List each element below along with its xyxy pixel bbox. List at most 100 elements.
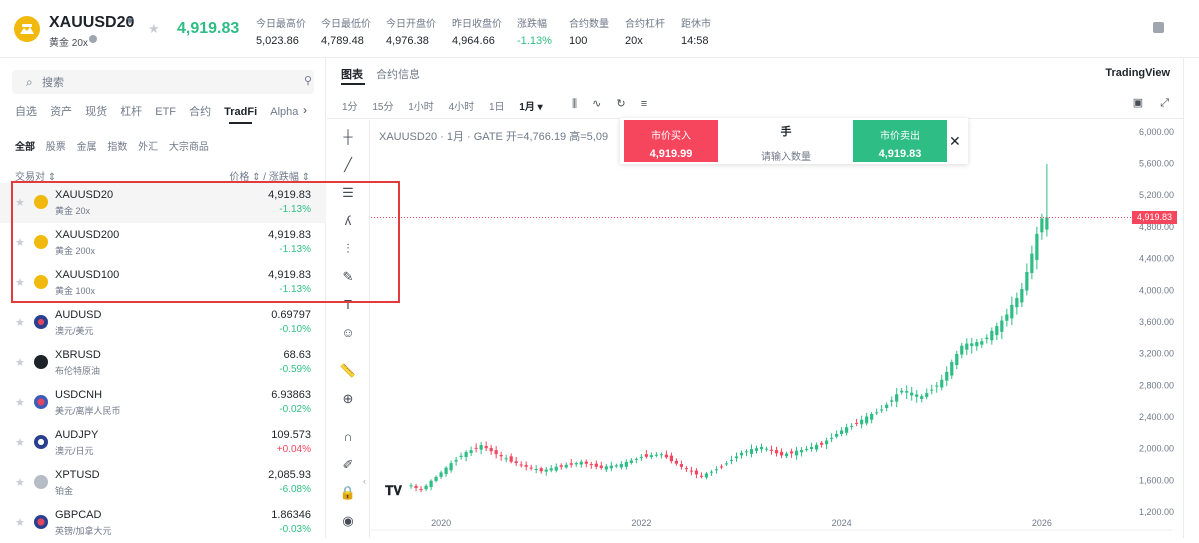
favorite-star-icon[interactable]: ★ xyxy=(15,396,25,409)
list-item[interactable]: ★ USDCNH 美元/离岸人民币 6.93863 -0.02% xyxy=(0,383,326,423)
candle-body xyxy=(664,454,668,458)
flag-us-cn-icon xyxy=(34,395,48,409)
chevron-down-icon[interactable]: ▼ xyxy=(125,16,135,27)
list-item[interactable]: ★ XPTUSD 铂金 2,085.93 -6.08% xyxy=(0,463,326,503)
favorite-star-icon[interactable]: ★ xyxy=(15,356,25,369)
info-icon[interactable] xyxy=(89,35,97,43)
tab-assets[interactable]: 资产 xyxy=(50,103,72,119)
candle-body xyxy=(830,437,834,439)
candle-body xyxy=(880,409,884,411)
candle-body xyxy=(569,463,573,465)
list-item[interactable]: ★ GBPCAD 英镑/加拿大元 1.86346 -0.03% xyxy=(0,503,326,543)
subtab-metals[interactable]: 金属 xyxy=(77,142,97,153)
tab-spot[interactable]: 现货 xyxy=(85,103,107,119)
candle-body xyxy=(759,446,764,450)
candle-body xyxy=(975,342,979,347)
pair-change: -0.10% xyxy=(279,324,311,335)
favorite-star-icon[interactable]: ★ xyxy=(148,21,160,37)
search-box[interactable]: ⌕ ⚲ xyxy=(12,70,314,94)
list-item[interactable]: ★ XAUUSD100 黄金 100x 4,919.83 -1.13% xyxy=(0,263,326,303)
candle-body xyxy=(639,456,643,458)
pair-name: AUDJPY xyxy=(55,429,99,441)
gold-coin-icon xyxy=(14,16,40,42)
candle-body xyxy=(429,480,433,488)
pair-name: AUDUSD xyxy=(55,309,102,321)
candle-body xyxy=(950,362,954,376)
favorite-star-icon[interactable]: ★ xyxy=(15,476,25,489)
market-sell-button[interactable]: 市价卖出 4,919.83 xyxy=(853,120,947,162)
tab-watchlist[interactable]: 自选 xyxy=(15,103,37,119)
x-tick-label: 2024 xyxy=(832,518,852,528)
quantity-input[interactable]: 手 请输入数量 xyxy=(730,123,842,163)
favorite-star-icon[interactable]: ★ xyxy=(15,196,25,209)
symbol-name[interactable]: XAUUSD20 xyxy=(49,14,134,32)
subtab-indices[interactable]: 指数 xyxy=(107,142,127,153)
column-header-price-change[interactable]: 价格 ⇕ / 涨跌幅 ⇕ xyxy=(229,168,310,183)
pair-subtitle: 澳元/美元 xyxy=(55,326,94,336)
candle-body xyxy=(910,392,914,396)
stat-value: 4,976.38 xyxy=(386,35,429,47)
chevron-right-icon[interactable]: › xyxy=(303,103,307,117)
list-item[interactable]: ★ XBRUSD 布伦特原油 68.63 -0.59% xyxy=(0,343,326,383)
list-item[interactable]: ★ AUDUSD 澳元/美元 0.69797 -0.10% xyxy=(0,303,326,343)
market-buy-button[interactable]: 市价买入 4,919.99 xyxy=(624,120,718,162)
candle-body xyxy=(1020,289,1024,303)
column-header-pair[interactable]: 交易对 ⇕ xyxy=(15,168,56,183)
sell-label: 市价卖出 xyxy=(880,131,920,142)
subtab-stocks[interactable]: 股票 xyxy=(46,142,66,153)
list-item[interactable]: ★ XAUUSD20 黄金 20x 4,919.83 -1.13% xyxy=(0,183,326,223)
candle-body xyxy=(744,451,749,453)
pair-change: -1.13% xyxy=(279,244,311,255)
candle-body xyxy=(519,464,523,466)
y-tick-label: 6,000.00 xyxy=(1139,127,1174,137)
candle-body xyxy=(945,371,949,381)
pair-price: 2,085.93 xyxy=(268,469,311,481)
candle-body xyxy=(915,394,919,397)
tab-margin[interactable]: 杠杆 xyxy=(120,103,142,119)
candle-body xyxy=(980,341,984,345)
tab-etf[interactable]: ETF xyxy=(155,106,176,118)
x-tick-label: 2026 xyxy=(1032,518,1052,528)
list-item[interactable]: ★ XAUUSD200 黄金 200x 4,919.83 -1.13% xyxy=(0,223,326,263)
y-tick-label: 3,600.00 xyxy=(1139,317,1174,327)
y-tick-label: 3,200.00 xyxy=(1139,349,1174,359)
favorite-star-icon[interactable]: ★ xyxy=(15,436,25,449)
pair-price: 4,919.83 xyxy=(268,229,311,241)
chart-panel: 图表 合约信息 TradingView 1分 15分 1小时 4小时 1日 1月… xyxy=(327,58,1199,538)
category-tabs: 自选 资产 现货 杠杆 ETF 合约 TradFi Alpha xyxy=(15,103,308,124)
candle-body xyxy=(860,419,864,425)
tab-futures[interactable]: 合约 xyxy=(189,103,211,119)
candle-body xyxy=(774,450,779,454)
candle-body xyxy=(729,459,734,461)
close-icon[interactable]: ✕ xyxy=(949,133,961,150)
candle-body xyxy=(484,446,488,449)
tab-tradfi[interactable]: TradFi xyxy=(224,106,257,124)
sell-price: 4,919.83 xyxy=(878,148,922,160)
tab-alpha[interactable]: Alpha xyxy=(270,106,298,118)
candle-body xyxy=(659,454,663,456)
gold-coin-icon xyxy=(34,275,48,289)
candle-body xyxy=(875,412,879,414)
pair-name: GBPCAD xyxy=(55,509,102,521)
y-tick-label: 4,000.00 xyxy=(1139,285,1174,295)
subtab-all[interactable]: 全部 xyxy=(15,142,35,153)
favorite-star-icon[interactable]: ★ xyxy=(15,316,25,329)
pin-icon[interactable]: ⚲ xyxy=(304,74,312,87)
book-icon[interactable] xyxy=(1153,22,1164,33)
pair-name: XPTUSD xyxy=(55,469,100,481)
y-tick-label: 2,800.00 xyxy=(1139,380,1174,390)
candle-body xyxy=(594,463,598,467)
candle-body xyxy=(784,453,789,457)
y-tick-label: 2,000.00 xyxy=(1139,444,1174,454)
favorite-star-icon[interactable]: ★ xyxy=(15,236,25,249)
subtab-forex[interactable]: 外汇 xyxy=(138,142,158,153)
candle-body xyxy=(870,413,874,420)
list-item[interactable]: ★ AUDJPY 澳元/日元 109.573 +0.04% xyxy=(0,423,326,463)
candle-body xyxy=(644,454,648,457)
candle-body xyxy=(709,471,714,473)
search-input[interactable] xyxy=(40,72,284,94)
favorite-star-icon[interactable]: ★ xyxy=(15,516,25,529)
favorite-star-icon[interactable]: ★ xyxy=(15,276,25,289)
subtab-commodities[interactable]: 大宗商品 xyxy=(169,142,209,153)
candle-body xyxy=(574,463,578,465)
